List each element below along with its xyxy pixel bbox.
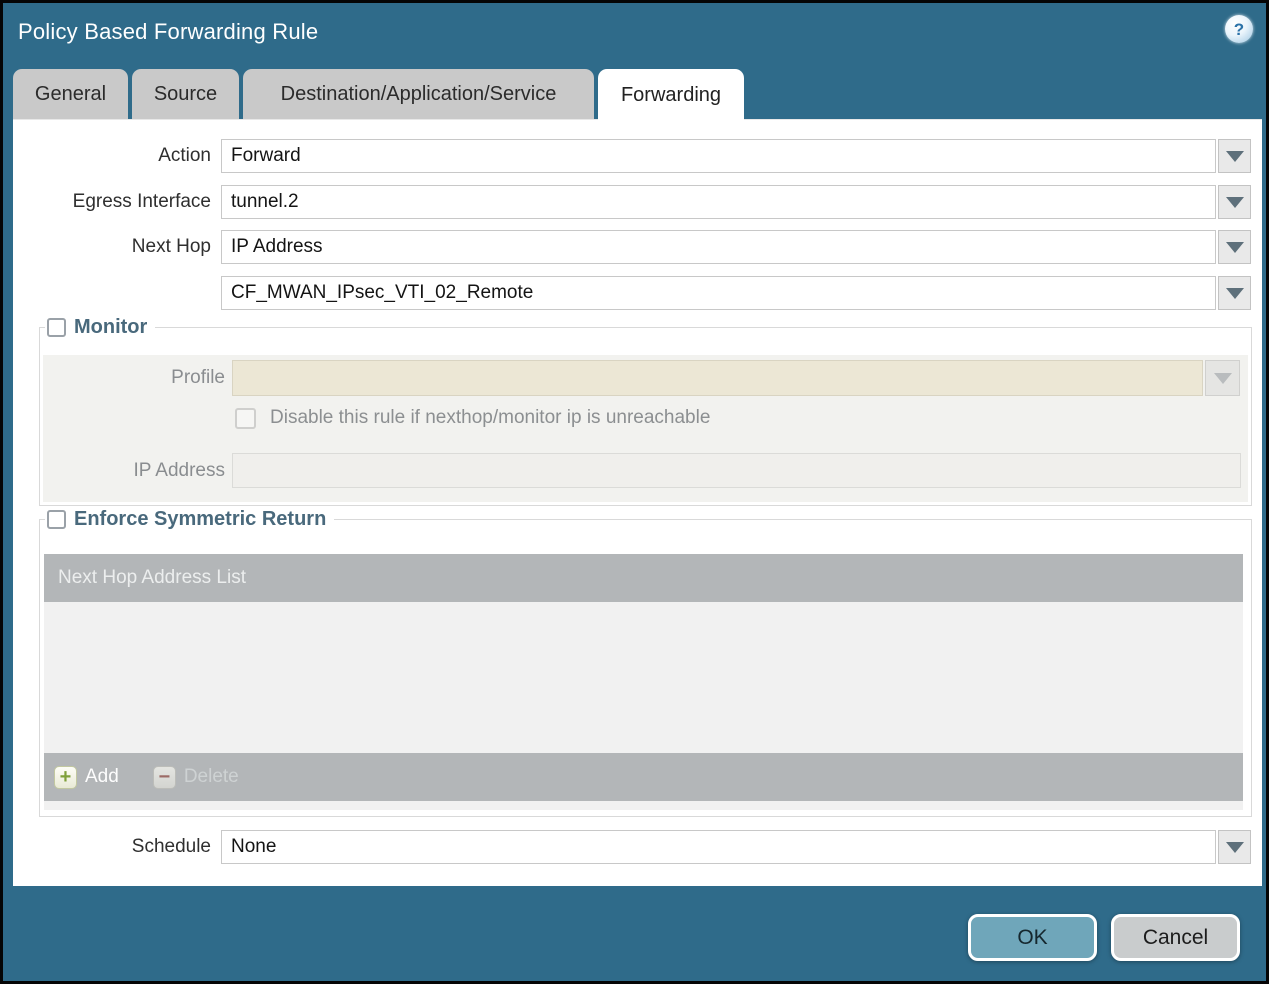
policy-based-forwarding-dialog: Policy Based Forwarding Rule ? General S…: [0, 0, 1269, 984]
ok-button-label: OK: [1017, 925, 1048, 949]
next-hop-address-table-header: Next Hop Address List: [44, 554, 1243, 602]
chevron-down-icon: [1225, 841, 1244, 853]
table-toolbar: + Add − Delete: [44, 753, 1243, 801]
next-hop-address-table-body: [44, 602, 1243, 753]
next-hop-row: Next Hop IP Address: [13, 230, 1262, 264]
monitor-checkbox[interactable]: [47, 318, 66, 337]
tab-destination-label: Destination/Application/Service: [280, 82, 557, 105]
table-header-label: Next Hop Address List: [58, 567, 246, 588]
profile-label: Profile: [171, 367, 225, 388]
tab-general-label: General: [34, 82, 107, 105]
egress-interface-label: Egress Interface: [72, 191, 211, 212]
add-button-label: Add: [85, 766, 119, 787]
action-row: Action Forward: [13, 139, 1262, 173]
delete-button: − Delete: [152, 765, 239, 789]
schedule-label: Schedule: [131, 836, 211, 857]
tab-destination-application-service[interactable]: Destination/Application/Service: [243, 69, 594, 119]
profile-dropdown-button: [1205, 360, 1240, 396]
chevron-down-icon: [1225, 150, 1244, 162]
monitor-section: Monitor Profile Disable this rule if nex…: [39, 316, 1252, 506]
next-hop-address-row: CF_MWAN_IPsec_VTI_02_Remote: [13, 276, 1262, 310]
symmetric-return-section: Enforce Symmetric Return Next Hop Addres…: [39, 508, 1252, 817]
delete-button-label: Delete: [183, 766, 239, 787]
plus-icon: +: [54, 765, 77, 789]
monitor-legend: Monitor: [45, 316, 156, 339]
next-hop-type-dropdown-button[interactable]: [1218, 230, 1251, 264]
action-dropdown-button[interactable]: [1218, 139, 1251, 173]
next-hop-type-select[interactable]: IP Address: [221, 230, 1216, 264]
disable-rule-label: Disable this rule if nexthop/monitor ip …: [270, 407, 711, 428]
chevron-down-icon: [1225, 241, 1244, 253]
chevron-down-icon: [1213, 372, 1232, 384]
symmetric-return-legend: Enforce Symmetric Return: [45, 508, 335, 531]
monitor-ip-address-label: IP Address: [133, 460, 225, 481]
tab-general[interactable]: General: [13, 69, 128, 119]
monitor-panel: Profile Disable this rule if nexthop/mon…: [43, 355, 1248, 502]
dialog-titlebar: Policy Based Forwarding Rule ?: [3, 3, 1266, 65]
next-hop-label: Next Hop: [131, 236, 211, 257]
add-button[interactable]: + Add: [54, 765, 119, 789]
action-select[interactable]: Forward: [221, 139, 1216, 173]
tab-source-label: Source: [153, 82, 218, 105]
monitor-ip-address-input-disabled: [232, 453, 1241, 488]
next-hop-address-select[interactable]: CF_MWAN_IPsec_VTI_02_Remote: [221, 276, 1216, 310]
schedule-row: Schedule None: [13, 830, 1262, 864]
chevron-down-icon: [1225, 196, 1244, 208]
help-icon[interactable]: ?: [1225, 15, 1253, 43]
enforce-symmetric-return-checkbox[interactable]: [47, 510, 66, 529]
next-hop-address-dropdown-button[interactable]: [1218, 276, 1251, 310]
cancel-button[interactable]: Cancel: [1111, 914, 1240, 961]
egress-interface-row: Egress Interface tunnel.2: [13, 185, 1262, 219]
next-hop-address-table: Next Hop Address List + Add − Delete: [44, 554, 1243, 810]
help-glyph: ?: [1233, 19, 1245, 39]
tab-forwarding[interactable]: Forwarding: [598, 69, 744, 121]
forwarding-tab-panel: Action Forward Egress Interface tunnel.2…: [13, 119, 1262, 886]
symmetric-return-title: Enforce Symmetric Return: [74, 508, 327, 530]
tab-source[interactable]: Source: [132, 69, 239, 119]
minus-icon: −: [152, 765, 176, 789]
egress-interface-select[interactable]: tunnel.2: [221, 185, 1216, 219]
schedule-select[interactable]: None: [221, 830, 1216, 864]
monitor-title: Monitor: [74, 316, 148, 338]
dialog-title: Policy Based Forwarding Rule: [18, 19, 319, 44]
ok-button[interactable]: OK: [968, 914, 1097, 961]
chevron-down-icon: [1225, 287, 1244, 299]
schedule-dropdown-button[interactable]: [1218, 830, 1251, 864]
disable-rule-checkbox: [235, 408, 256, 429]
action-label: Action: [158, 145, 211, 166]
table-bottom-strip: [44, 801, 1243, 810]
egress-interface-dropdown-button[interactable]: [1218, 185, 1251, 219]
cancel-button-label: Cancel: [1142, 925, 1209, 949]
profile-select-disabled: [232, 360, 1203, 396]
tab-forwarding-label: Forwarding: [620, 83, 722, 106]
